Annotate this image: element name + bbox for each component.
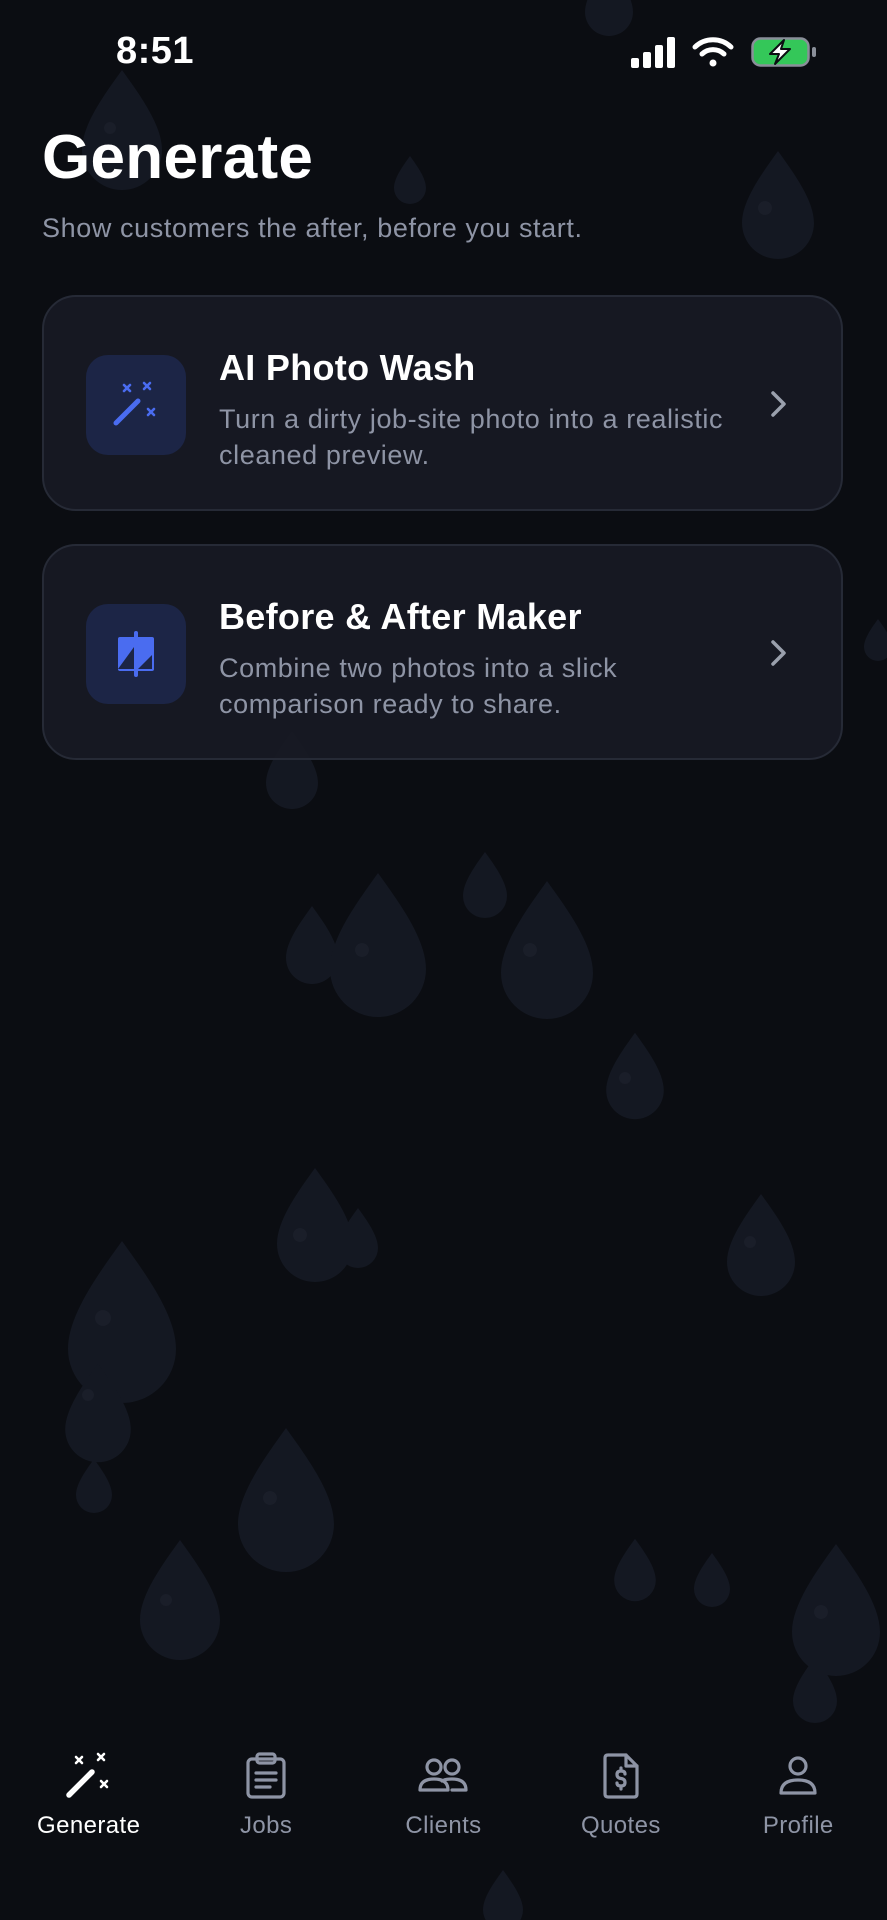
- status-time: 8:51: [116, 30, 195, 72]
- status-icons: [631, 37, 816, 68]
- tab-label: Profile: [762, 1812, 834, 1839]
- tab-label: Jobs: [239, 1812, 293, 1839]
- magic-wand-icon: [113, 381, 156, 426]
- wifi-icon: [692, 37, 734, 67]
- tab-profile[interactable]: Profile: [710, 1730, 887, 1870]
- cellular-signal-icon: [631, 37, 675, 68]
- card-icon-container: [86, 604, 186, 704]
- card-title: AI Photo Wash: [219, 347, 476, 388]
- tab-generate[interactable]: Generate: [0, 1730, 177, 1870]
- tab-jobs[interactable]: Jobs: [177, 1730, 354, 1870]
- droplet-background: [65, 0, 887, 1920]
- ai-photo-wash-card[interactable]: AI Photo Wash Turn a dirty job-site phot…: [42, 295, 843, 511]
- bottom-tab-bar: Generate Jobs Clients Quotes Profile: [0, 1730, 887, 1870]
- chevron-right-icon: [771, 391, 786, 417]
- card-description: Combine two photos into a slick comparis…: [219, 653, 618, 719]
- compare-icon: [118, 631, 154, 677]
- card-title: Before & After Maker: [219, 596, 582, 637]
- invoice-icon: [603, 1753, 639, 1799]
- card-icon-container: [86, 355, 186, 455]
- users-icon: [418, 1758, 469, 1792]
- tab-label: Quotes: [580, 1812, 661, 1839]
- battery-charging-icon: [751, 37, 816, 67]
- before-after-maker-card[interactable]: Before & After Maker Combine two photos …: [42, 544, 843, 760]
- clipboard-icon: [246, 1752, 286, 1799]
- screen: 8:51 Generate Show customers the after,: [0, 0, 887, 1920]
- status-bar: 8:51: [0, 0, 887, 100]
- page-title: Generate: [42, 123, 314, 192]
- card-description: Turn a dirty job-site photo into a reali…: [219, 404, 724, 470]
- tab-clients[interactable]: Clients: [355, 1730, 532, 1870]
- page-header: Generate Show customers the after, befor…: [42, 122, 583, 244]
- magic-wand-icon: [65, 1752, 108, 1798]
- page-subtitle: Show customers the after, before you sta…: [42, 213, 583, 243]
- chevron-right-icon: [771, 640, 786, 666]
- tab-quotes[interactable]: Quotes: [532, 1730, 709, 1870]
- tab-label: Generate: [37, 1812, 141, 1839]
- user-icon: [779, 1756, 817, 1795]
- tab-label: Clients: [405, 1812, 482, 1839]
